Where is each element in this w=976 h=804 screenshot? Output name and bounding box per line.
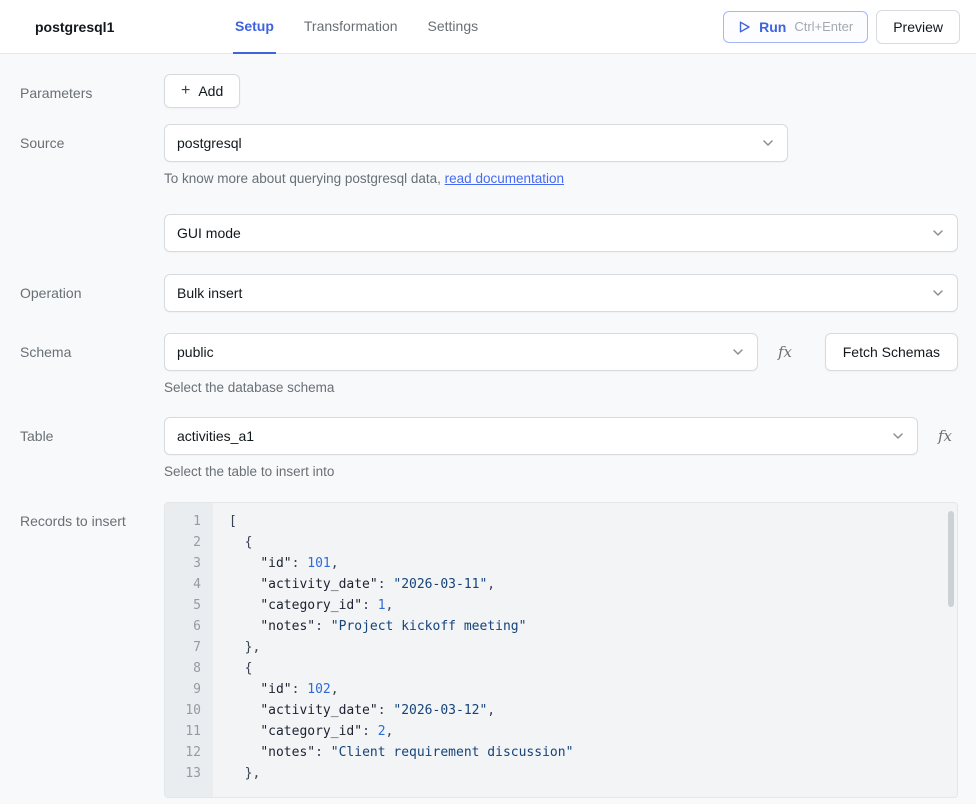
code-line[interactable]: [ — [229, 511, 957, 532]
table-helper-text: Select the table to insert into — [164, 464, 958, 479]
read-documentation-link[interactable]: read documentation — [445, 171, 564, 186]
run-button[interactable]: Run Ctrl+Enter — [723, 11, 868, 43]
code-line[interactable]: "id": 101, — [229, 553, 957, 574]
tab-setup[interactable]: Setup — [233, 0, 276, 54]
tab-settings[interactable]: Settings — [426, 0, 481, 54]
query-name[interactable]: postgresql1 — [35, 0, 203, 53]
fx-toggle-icon[interactable]: fx — [938, 427, 952, 445]
source-helper-text: To know more about querying postgresql d… — [164, 171, 958, 186]
code-line[interactable]: { — [229, 658, 957, 679]
source-select-value: postgresql — [177, 135, 242, 151]
line-number: 12 — [165, 742, 201, 763]
line-number: 8 — [165, 658, 201, 679]
add-parameter-button[interactable]: + Add — [164, 74, 240, 108]
records-label: Records to insert — [0, 502, 164, 798]
operation-select-value: Bulk insert — [177, 285, 242, 301]
operation-row: Operation Bulk insert — [0, 274, 976, 312]
operation-label: Operation — [0, 274, 164, 312]
run-label: Run — [759, 19, 786, 35]
preview-button[interactable]: Preview — [876, 10, 960, 44]
source-helper-prefix: To know more about querying postgresql d… — [164, 171, 445, 186]
line-number: 11 — [165, 721, 201, 742]
source-row: Source postgresql To know more about que… — [0, 124, 976, 252]
code-line[interactable]: "notes": "Project kickoff meeting" — [229, 616, 957, 637]
run-shortcut: Ctrl+Enter — [794, 19, 853, 34]
records-row: Records to insert 12345678910111213 [ { … — [0, 502, 976, 798]
schema-label: Schema — [0, 333, 164, 395]
mode-select-value: GUI mode — [177, 225, 241, 241]
line-number: 10 — [165, 700, 201, 721]
code-line[interactable]: "notes": "Client requirement discussion" — [229, 742, 957, 763]
schema-select[interactable]: public — [164, 333, 758, 371]
code-line[interactable]: "category_id": 2, — [229, 721, 957, 742]
line-number: 9 — [165, 679, 201, 700]
table-row: Table activities_a1 fx Select the table … — [0, 417, 976, 479]
editor-scrollbar-thumb[interactable] — [948, 511, 954, 607]
line-number: 6 — [165, 616, 201, 637]
parameters-label: Parameters — [0, 74, 164, 108]
header-tabs: Setup Transformation Settings — [233, 0, 480, 53]
chevron-down-icon — [931, 286, 945, 300]
schema-row: Schema public fx Fetch Schemas Select th… — [0, 333, 976, 395]
code-line[interactable]: "category_id": 1, — [229, 595, 957, 616]
code-line[interactable]: "id": 102, — [229, 679, 957, 700]
schema-helper-text: Select the database schema — [164, 380, 958, 395]
code-line[interactable]: }, — [229, 763, 957, 784]
code-line[interactable]: "activity_date": "2026-03-11", — [229, 574, 957, 595]
table-select-value: activities_a1 — [177, 428, 254, 444]
table-label: Table — [0, 417, 164, 479]
add-label: Add — [198, 83, 223, 99]
parameters-row: Parameters + Add — [0, 74, 976, 108]
header-actions: Run Ctrl+Enter Preview — [723, 0, 960, 53]
chevron-down-icon — [931, 226, 945, 240]
chevron-down-icon — [731, 345, 745, 359]
code-line[interactable]: }, — [229, 637, 957, 658]
tab-transformation[interactable]: Transformation — [302, 0, 400, 54]
query-editor-header: postgresql1 Setup Transformation Setting… — [0, 0, 976, 54]
plus-icon: + — [181, 84, 190, 98]
line-number: 5 — [165, 595, 201, 616]
mode-select[interactable]: GUI mode — [164, 214, 958, 252]
fx-toggle-icon[interactable]: fx — [778, 343, 792, 361]
editor-code-area[interactable]: [ { "id": 101, "activity_date": "2026-03… — [213, 503, 957, 797]
schema-select-value: public — [177, 344, 214, 360]
editor-line-numbers: 12345678910111213 — [165, 503, 213, 797]
operation-select[interactable]: Bulk insert — [164, 274, 958, 312]
source-select[interactable]: postgresql — [164, 124, 788, 162]
line-number: 4 — [165, 574, 201, 595]
chevron-down-icon — [891, 429, 905, 443]
line-number: 1 — [165, 511, 201, 532]
play-icon — [738, 20, 751, 34]
fetch-schemas-button[interactable]: Fetch Schemas — [825, 333, 958, 371]
line-number: 7 — [165, 637, 201, 658]
table-select[interactable]: activities_a1 — [164, 417, 918, 455]
line-number: 13 — [165, 763, 201, 784]
code-line[interactable]: { — [229, 532, 957, 553]
line-number: 3 — [165, 553, 201, 574]
chevron-down-icon — [761, 136, 775, 150]
line-number: 2 — [165, 532, 201, 553]
source-label: Source — [0, 124, 164, 252]
code-line[interactable]: "activity_date": "2026-03-12", — [229, 700, 957, 721]
records-editor[interactable]: 12345678910111213 [ { "id": 101, "activi… — [164, 502, 958, 798]
